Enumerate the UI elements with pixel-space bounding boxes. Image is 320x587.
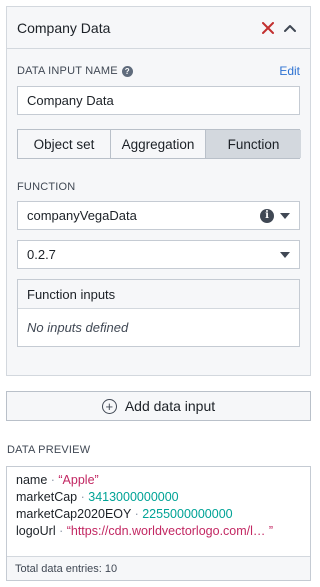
- function-select-value: companyVegaData: [27, 208, 137, 223]
- close-icon[interactable]: [258, 18, 278, 38]
- info-icon[interactable]: i: [260, 208, 274, 223]
- caret-down-icon: [280, 212, 290, 219]
- function-label: FUNCTION: [17, 181, 76, 193]
- version-select[interactable]: 0.2.7: [17, 240, 300, 269]
- preview-row: marketCap2020EOY · 2255000000000: [16, 507, 233, 521]
- help-icon[interactable]: ?: [121, 65, 133, 77]
- function-inputs-header: Function inputs: [18, 280, 299, 309]
- edit-link[interactable]: Edit: [279, 64, 300, 78]
- add-data-input-button[interactable]: + Add data input: [6, 391, 311, 421]
- total-entries-count: 10: [104, 562, 118, 575]
- plus-circle-icon: +: [101, 398, 117, 414]
- tab-aggregation[interactable]: Aggregation: [111, 130, 206, 158]
- panel-header: Company Data: [7, 7, 310, 49]
- data-input-name-label: DATA INPUT NAME ?: [17, 65, 133, 77]
- function-select[interactable]: companyVegaData i: [17, 201, 300, 230]
- caret-down-icon: [280, 251, 290, 258]
- function-inputs-empty: No inputs defined: [27, 320, 129, 335]
- preview-row: marketCap · 3413000000000: [16, 490, 179, 504]
- data-preview-label: DATA PREVIEW: [7, 444, 91, 456]
- add-data-input-label: Add data input: [124, 398, 216, 414]
- preview-row: logoUrl · “https://cdn.worldvectorlogo.c…: [16, 524, 274, 538]
- data-preview-footer: Total data entries: 10: [7, 556, 310, 580]
- data-source-tabs: Object set Aggregation Function: [17, 129, 301, 159]
- preview-row: name · “Apple”: [16, 473, 99, 487]
- data-preview-box: name · “Apple” marketCap · 3413000000000…: [6, 466, 311, 581]
- data-input-name-field[interactable]: Company Data: [17, 86, 300, 115]
- function-inputs-box: Function inputs No inputs defined: [17, 279, 300, 347]
- version-select-value: 0.2.7: [27, 247, 56, 262]
- data-input-panel: Company Data DATA INPUT NAME ? Edit Comp…: [6, 6, 311, 376]
- panel-title: Company Data: [17, 19, 111, 36]
- tab-function[interactable]: Function: [206, 130, 301, 158]
- tab-object-set[interactable]: Object set: [18, 130, 111, 158]
- chevron-up-icon[interactable]: [280, 18, 300, 38]
